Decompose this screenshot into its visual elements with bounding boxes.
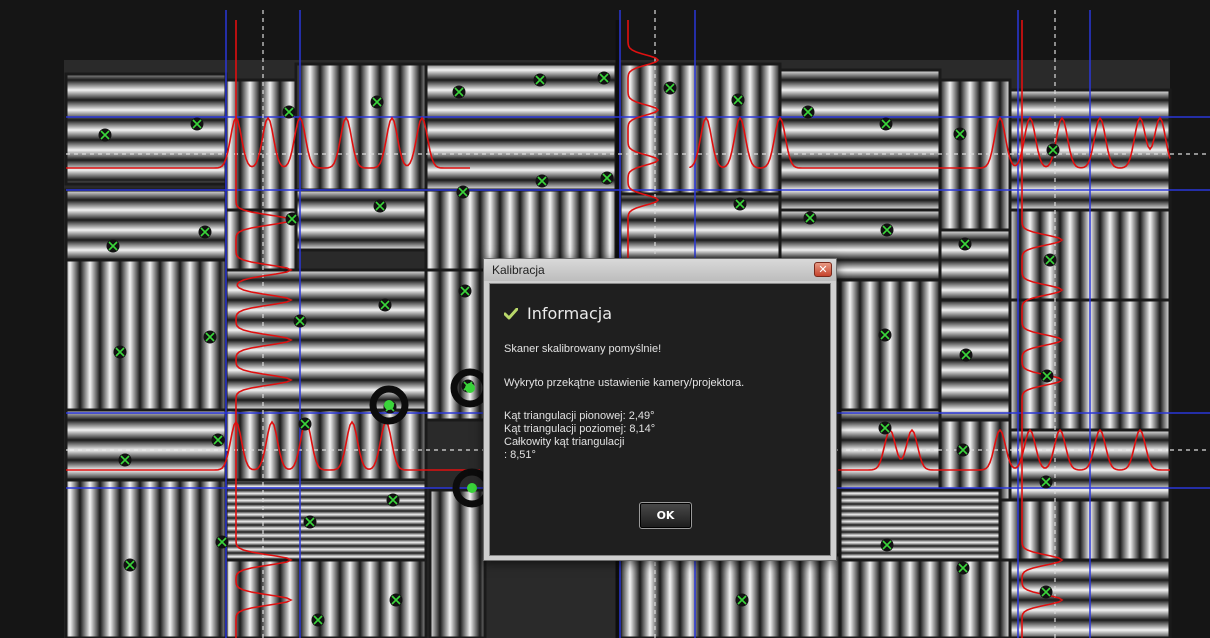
calibration-marker-23 — [958, 237, 972, 251]
calibration-marker-4 — [452, 85, 466, 99]
calibration-marker-26 — [203, 330, 217, 344]
pattern-tile-11 — [618, 62, 782, 196]
calibration-marker-5 — [533, 73, 547, 87]
calibration-marker-46 — [956, 561, 970, 575]
dialog-heading: Informacja — [527, 304, 613, 323]
calibration-marker-8 — [731, 93, 745, 107]
calibration-marker-33 — [118, 453, 132, 467]
success-message: Skaner skalibrowany pomyślnie! — [504, 343, 662, 355]
calibration-marker-9 — [801, 105, 815, 119]
calibration-marker-0 — [98, 128, 112, 142]
calibration-marker-13 — [106, 239, 120, 253]
pattern-tile-12 — [778, 68, 942, 212]
calibration-marker-16 — [373, 199, 387, 213]
calibration-marker-39 — [956, 443, 970, 457]
calibration-marker-2 — [282, 105, 296, 119]
calibration-marker-14 — [198, 225, 212, 239]
pattern-tile-32 — [838, 558, 1012, 638]
calibration-marker-25 — [113, 345, 127, 359]
pattern-tile-13 — [938, 78, 1012, 232]
calibration-marker-35 — [298, 417, 312, 431]
pattern-tile-17 — [938, 228, 1012, 302]
calibration-marker-6 — [597, 71, 611, 85]
pattern-tile-25 — [224, 478, 428, 562]
dialog-body: Informacja Skaner skalibrowany pomyślnie… — [489, 283, 831, 556]
calibration-marker-10 — [879, 117, 893, 131]
calibration-marker-11 — [953, 127, 967, 141]
calibration-marker-24 — [1043, 253, 1057, 267]
pattern-tile-19 — [838, 278, 942, 412]
calibration-marker-32 — [1040, 369, 1054, 383]
calibration-marker-19 — [600, 171, 614, 185]
pattern-tile-6 — [294, 188, 428, 252]
calibration-marker-38 — [878, 421, 892, 435]
close-button[interactable]: ✕ — [814, 262, 832, 277]
calibration-marker-28 — [378, 298, 392, 312]
pattern-tile-24 — [64, 478, 228, 638]
calibration-marker-3 — [370, 95, 384, 109]
calibration-marker-29 — [458, 284, 472, 298]
calibration-marker-45 — [880, 538, 894, 552]
calibration-marker-47 — [1039, 585, 1053, 599]
pattern-tile-34 — [428, 488, 487, 638]
calibration-marker-20 — [733, 197, 747, 211]
calibration-dialog: Kalibracja ✕ Informacja Skaner skalibrow… — [483, 258, 837, 561]
close-icon: ✕ — [818, 263, 828, 276]
calibration-marker-12 — [1046, 143, 1060, 157]
calibration-marker-30 — [878, 328, 892, 342]
calibration-marker-17 — [456, 185, 470, 199]
calibration-marker-43 — [303, 515, 317, 529]
horizontal-angle-text: Kąt triangulacji poziomej: 8,14° — [504, 423, 656, 435]
dialog-header: Informacja — [504, 304, 612, 323]
vertical-angle-text: Kąt triangulacji pionowej: 2,49° — [504, 410, 655, 422]
calibration-marker-49 — [389, 593, 403, 607]
calibration-marker-18 — [535, 174, 549, 188]
calibration-marker-27 — [293, 314, 307, 328]
calibration-marker-44 — [386, 493, 400, 507]
pattern-tile-4 — [64, 188, 228, 262]
calibration-marker-21 — [803, 211, 817, 225]
calibration-marker-40 — [1039, 475, 1053, 489]
dialog-title: Kalibracja — [492, 263, 545, 277]
pattern-tile-30 — [838, 488, 1002, 562]
calibration-marker-42 — [215, 535, 229, 549]
orientation-message: Wykryto przekątne ustawienie kamery/proj… — [504, 377, 745, 389]
check-icon — [504, 307, 518, 319]
pattern-tile-31 — [998, 498, 1172, 562]
calibration-marker-41 — [123, 558, 137, 572]
pattern-tile-8 — [64, 258, 228, 412]
calibration-marker-22 — [880, 223, 894, 237]
pattern-tile-3 — [424, 62, 618, 196]
calibration-marker-34 — [211, 433, 225, 447]
calibration-marker-15 — [285, 212, 299, 226]
total-angle-value: : 8,51° — [504, 449, 536, 461]
calibration-marker-31 — [959, 348, 973, 362]
pattern-tile-20 — [938, 298, 1012, 422]
calibration-marker-1 — [190, 117, 204, 131]
total-angle-label: Całkowity kąt triangulacji — [504, 436, 625, 448]
calibration-marker-48 — [311, 613, 325, 627]
pattern-tile-35 — [618, 553, 842, 638]
dialog-titlebar[interactable]: Kalibracja ✕ — [484, 259, 836, 281]
calibration-marker-7 — [663, 81, 677, 95]
calibration-marker-50 — [735, 593, 749, 607]
ok-button[interactable]: OK — [639, 502, 692, 529]
pattern-tile-2 — [294, 62, 428, 192]
